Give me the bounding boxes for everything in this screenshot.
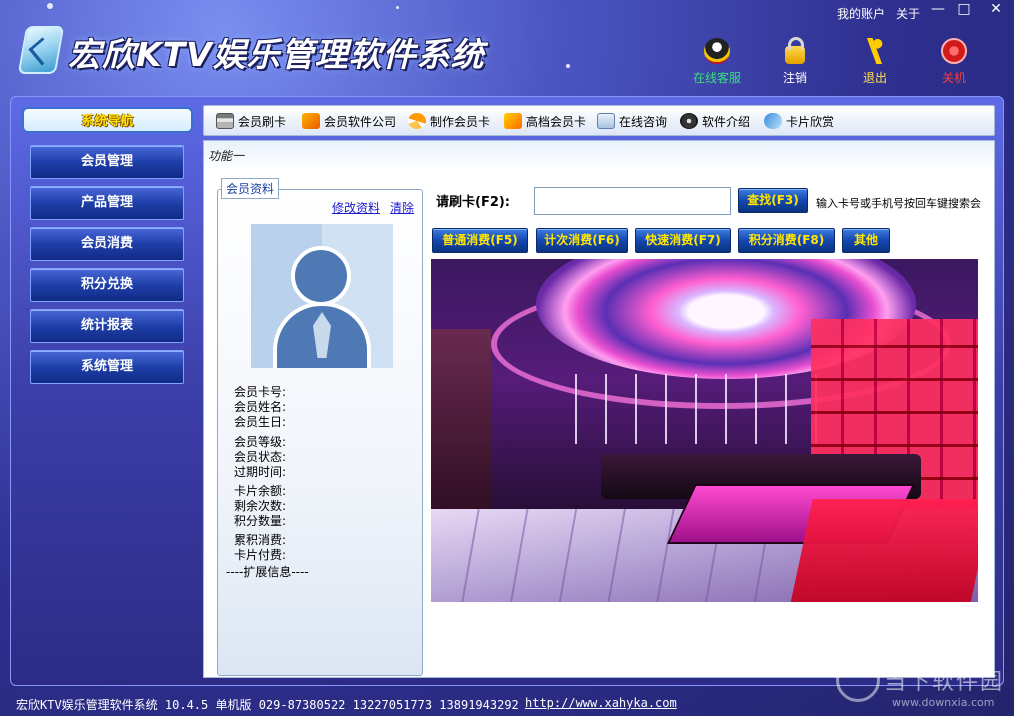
disc-icon <box>680 113 698 129</box>
exit-button[interactable]: 退出 <box>845 38 905 88</box>
swipe-card-label: 请刷卡(F2): <box>436 195 511 210</box>
toolbar: 会员刷卡 会员软件公司 制作会员卡 高档会员卡 在线咨询 软件介绍 卡片欣赏 <box>203 105 995 136</box>
maximize-button[interactable]: □ <box>951 0 977 20</box>
watermark-logo-icon <box>836 658 880 702</box>
toolbar-item-label: 高档会员卡 <box>526 114 587 129</box>
shutdown-button[interactable]: 关机 <box>924 38 984 88</box>
toolbar-item-label: 会员软件公司 <box>324 114 397 129</box>
premium-card-icon <box>504 113 522 129</box>
lock-icon <box>785 37 805 64</box>
logout-label: 注销 <box>782 71 807 85</box>
sidebar-item-member-manage[interactable]: 会员管理 <box>30 145 184 179</box>
sidebar-item-system-manage[interactable]: 系统管理 <box>30 350 184 384</box>
toolbar-item-label: 在线咨询 <box>619 114 668 129</box>
points-consume-button[interactable]: 积分消费(F8) <box>738 228 835 253</box>
normal-consume-button[interactable]: 普通消费(F5) <box>432 228 528 253</box>
function-tab-label: 功能一 <box>204 141 994 171</box>
photo-light-strips <box>561 374 821 444</box>
other-button[interactable]: 其他 <box>842 228 890 253</box>
close-window-button[interactable]: ✕ <box>980 0 1012 20</box>
runner-icon <box>862 38 888 64</box>
photo-red-table <box>789 499 978 602</box>
status-text: 宏欣KTV娱乐管理软件系统 10.4.5 单机版 029-87380522 13… <box>16 698 519 712</box>
member-avatar <box>251 224 393 368</box>
edit-info-link[interactable]: 修改资料 <box>332 199 380 216</box>
toolbar-item-label: 卡片欣赏 <box>786 114 835 129</box>
avatar-head-shape <box>291 246 351 306</box>
app-title: 宏欣KTV娱乐管理软件系统 <box>68 35 485 74</box>
sidebar-title: 系统导航 <box>22 107 193 133</box>
photo-wall-left <box>431 329 491 529</box>
minimize-button[interactable]: — <box>925 0 951 20</box>
make-card-icon <box>408 113 426 129</box>
logout-button[interactable]: 注销 <box>765 37 825 88</box>
toolbar-member-company[interactable]: 会员软件公司 <box>302 112 396 130</box>
sidebar-item-points-exchange[interactable]: 积分兑换 <box>30 268 184 302</box>
swipe-card-icon <box>216 113 234 129</box>
online-service-label: 在线客服 <box>692 71 741 85</box>
toolbar-make-card[interactable]: 制作会员卡 <box>408 112 490 130</box>
mail-icon <box>597 113 615 129</box>
shutdown-label: 关机 <box>941 71 966 85</box>
website-link[interactable]: http://www.xahyka.com <box>525 696 677 710</box>
my-account-link[interactable]: 我的账户 <box>837 5 885 22</box>
quick-consume-button[interactable]: 快速消费(F7) <box>635 228 731 253</box>
field-expire: 过期时间: <box>234 465 287 479</box>
app-header: 宏欣KTV娱乐管理软件系统 我的账户 关于 — □ ✕ 在线客服 注销 退出 关… <box>0 0 1014 95</box>
company-icon <box>302 113 320 129</box>
member-info-legend: 会员资料 <box>221 178 280 199</box>
member-info-group: 会员资料 修改资料 清除 会员卡号: 会员姓名: 会员生日: 会员等级: 会员状… <box>217 178 423 676</box>
sidebar-item-member-consume[interactable]: 会员消费 <box>30 227 184 261</box>
watermark-url: www.downxia.com <box>892 696 995 709</box>
field-card-fee: 卡片付费: <box>234 548 287 562</box>
toolbar-item-label: 软件介绍 <box>702 114 751 129</box>
online-service-button[interactable]: 在线客服 <box>687 38 747 88</box>
gallery-icon <box>764 113 782 129</box>
clear-link[interactable]: 清除 <box>390 199 414 216</box>
ktv-room-photo <box>431 259 978 602</box>
field-points: 积分数量: <box>234 514 287 528</box>
about-link[interactable]: 关于 <box>896 5 920 22</box>
qq-icon <box>704 38 730 64</box>
swipe-card-input[interactable] <box>534 187 731 215</box>
toolbar-software-intro[interactable]: 软件介绍 <box>680 112 750 130</box>
toolbar-card-gallery[interactable]: 卡片欣赏 <box>764 112 834 130</box>
sidebar-item-statistics[interactable]: 统计报表 <box>30 309 184 343</box>
toolbar-premium-card[interactable]: 高档会员卡 <box>504 112 586 130</box>
field-extended-info: ----扩展信息---- <box>226 565 309 579</box>
sidebar: 系统导航 会员管理 产品管理 会员消费 积分兑换 统计报表 系统管理 <box>22 105 193 405</box>
toolbar-item-label: 制作会员卡 <box>430 114 491 129</box>
field-birthday: 会员生日: <box>234 415 287 429</box>
sidebar-item-product-manage[interactable]: 产品管理 <box>30 186 184 220</box>
search-button[interactable]: 查找(F3) <box>738 188 808 213</box>
toolbar-member-swipe[interactable]: 会员刷卡 <box>216 112 286 130</box>
search-hint: 输入卡号或手机号按回车键搜索会 <box>816 197 981 210</box>
power-icon <box>941 38 967 64</box>
toolbar-item-label: 会员刷卡 <box>238 114 287 129</box>
exit-label: 退出 <box>862 71 887 85</box>
app-logo-icon <box>17 26 65 74</box>
count-consume-button[interactable]: 计次消费(F6) <box>536 228 628 253</box>
content-panel: 功能一 会员资料 修改资料 清除 会员卡号: 会员姓名: 会员生日: 会员等级:… <box>203 140 995 678</box>
toolbar-online-consult[interactable]: 在线咨询 <box>597 112 667 130</box>
watermark-text: 当下软件园 <box>884 670 1005 695</box>
